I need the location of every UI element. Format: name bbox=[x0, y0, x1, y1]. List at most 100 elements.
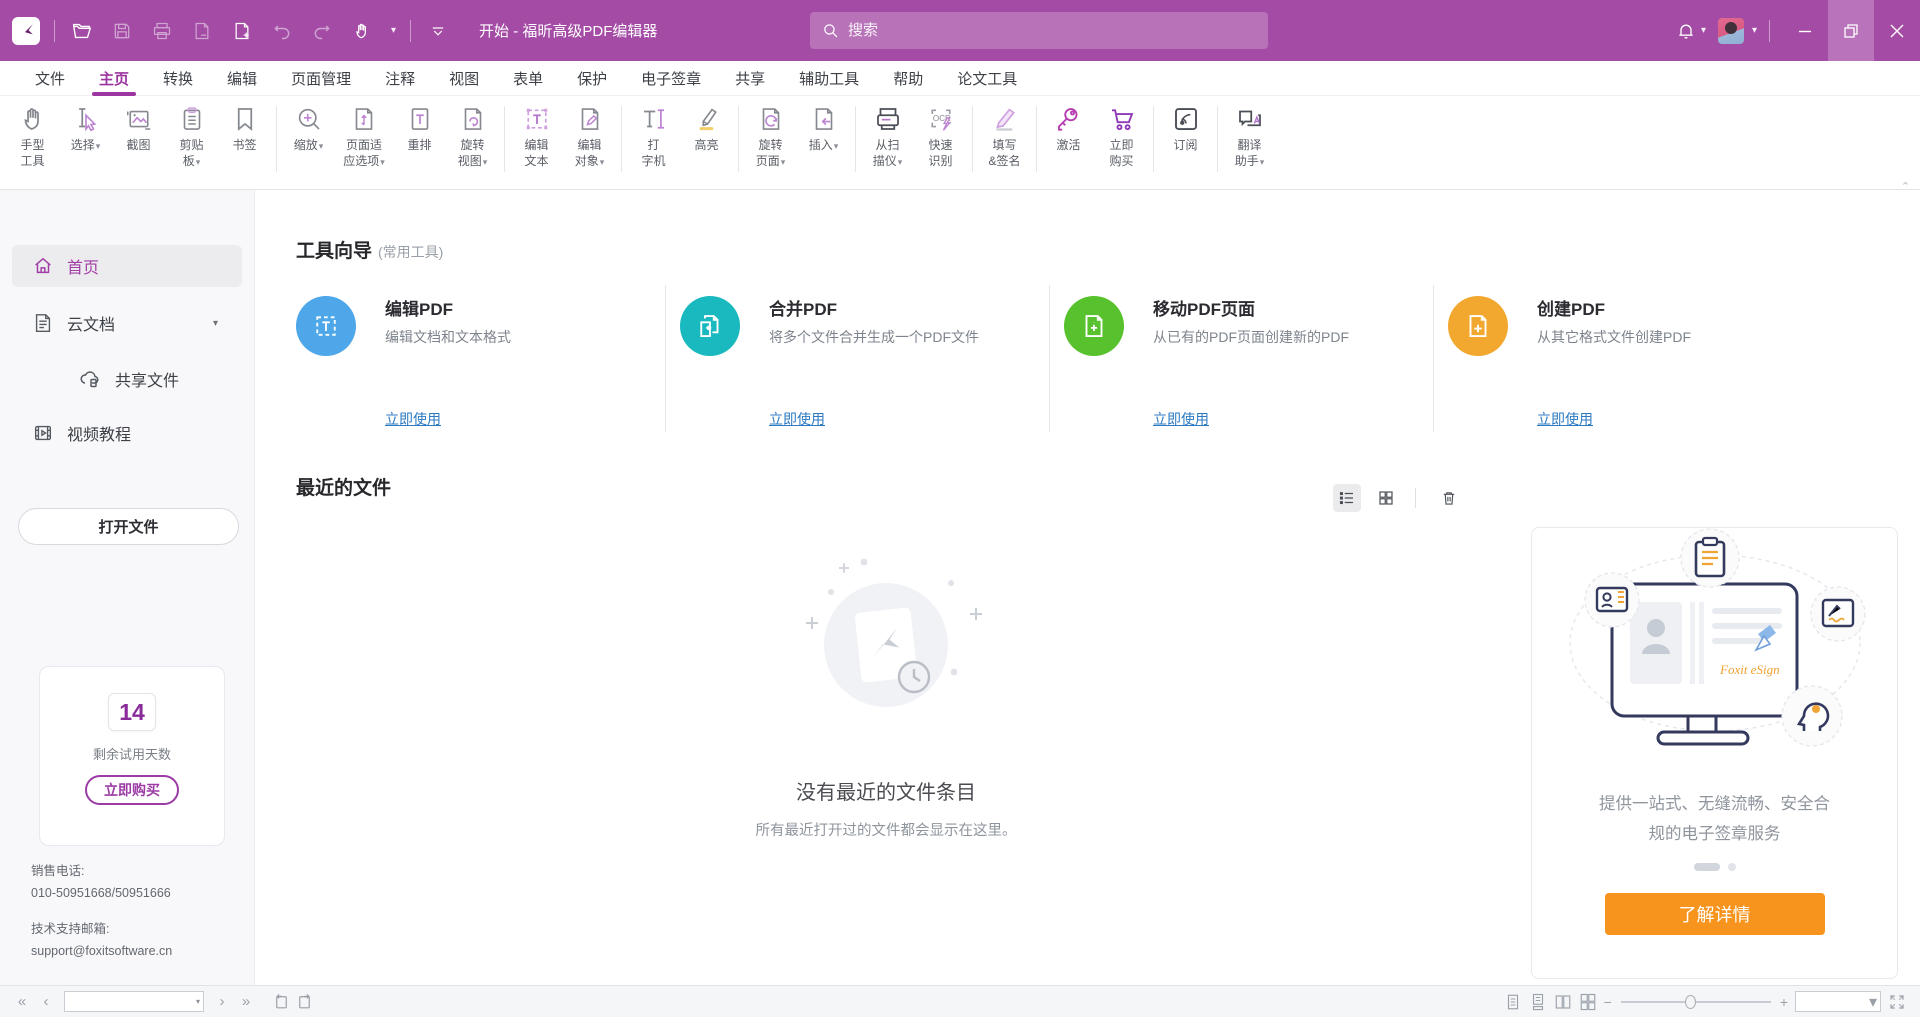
edit-object-button[interactable]: 编辑 对象▾ bbox=[563, 102, 616, 170]
menu-form[interactable]: 表单 bbox=[496, 61, 560, 96]
rotate-pages-button[interactable]: 旋转 页面▾ bbox=[744, 102, 797, 170]
titlebar-separator bbox=[410, 20, 411, 42]
zoom-percent-input[interactable] bbox=[1809, 995, 1869, 1009]
use-now-link[interactable]: 立即使用 bbox=[1153, 409, 1209, 429]
caret-down-icon[interactable]: ▾ bbox=[213, 318, 218, 329]
facing-view-icon[interactable] bbox=[1554, 993, 1572, 1011]
reflow-button[interactable]: 重排 bbox=[393, 102, 446, 153]
last-page-button[interactable]: » bbox=[236, 993, 256, 1010]
translate-assistant-button[interactable]: 翻译 助手▾ bbox=[1223, 102, 1276, 170]
rotate-left-icon[interactable] bbox=[272, 992, 291, 1011]
tool-card-edit-pdf[interactable]: 编辑PDF 编辑文档和文本格式 立即使用 bbox=[283, 283, 623, 433]
use-now-link[interactable]: 立即使用 bbox=[1537, 409, 1593, 429]
zoom-percent-box: ▾ bbox=[1795, 991, 1881, 1012]
sidebar-item-shared-files[interactable]: 共享文件 bbox=[12, 358, 242, 400]
menu-paper-tools[interactable]: 论文工具 bbox=[940, 61, 1034, 96]
carousel-dots[interactable] bbox=[1694, 863, 1736, 871]
user-avatar[interactable] bbox=[1718, 18, 1744, 44]
use-now-link[interactable]: 立即使用 bbox=[769, 409, 825, 429]
fullscreen-icon[interactable] bbox=[1888, 993, 1906, 1011]
activate-button[interactable]: 激活 bbox=[1042, 102, 1095, 153]
rotate-right-icon[interactable] bbox=[295, 992, 314, 1011]
menu-share[interactable]: 共享 bbox=[718, 61, 782, 96]
rotate-view-button[interactable]: 旋转 视图▾ bbox=[446, 102, 499, 170]
zoom-button[interactable]: 缩放▾ bbox=[282, 102, 335, 154]
sidebar-item-home[interactable]: 首页 bbox=[12, 245, 242, 287]
select-button[interactable]: 选择▾ bbox=[59, 102, 112, 154]
tool-card-move-pdf-pages[interactable]: 移动PDF页面 从已有的PDF页面创建新的PDF 立即使用 bbox=[1051, 283, 1391, 433]
menu-page-organize[interactable]: 页面管理 bbox=[274, 61, 368, 96]
carousel-dot[interactable] bbox=[1728, 863, 1736, 871]
continuous-view-icon[interactable] bbox=[1529, 993, 1547, 1011]
zoom-dropdown-caret-icon[interactable]: ▾ bbox=[1869, 992, 1877, 1012]
learn-more-button[interactable]: 了解详情 bbox=[1605, 893, 1825, 935]
fill-sign-button[interactable]: 填写 &签名 bbox=[978, 102, 1031, 169]
edit-text-button[interactable]: 编辑 文本 bbox=[510, 102, 563, 169]
fit-page-options-button[interactable]: 页面适 应选项▾ bbox=[335, 102, 393, 170]
print-icon[interactable] bbox=[149, 18, 175, 44]
bookmark-button[interactable]: 书签 bbox=[218, 102, 271, 153]
menu-convert[interactable]: 转换 bbox=[146, 61, 210, 96]
delete-page-icon[interactable] bbox=[189, 18, 215, 44]
clear-recent-trash-button[interactable] bbox=[1435, 484, 1463, 512]
search-input[interactable] bbox=[848, 22, 1256, 39]
account-caret-icon[interactable]: ▾ bbox=[1752, 25, 1757, 36]
hand-tool-button[interactable]: 手型 工具 bbox=[6, 102, 59, 169]
zoom-in-button[interactable]: + bbox=[1780, 994, 1788, 1010]
buy-now-pill-button[interactable]: 立即购买 bbox=[85, 775, 179, 805]
menu-esign[interactable]: 电子签章 bbox=[624, 61, 718, 96]
open-file-button[interactable]: 打开文件 bbox=[18, 508, 239, 545]
from-scanner-button[interactable]: 从扫 描仪▾ bbox=[861, 102, 914, 170]
clipboard-button[interactable]: 剪贴 板▾ bbox=[165, 102, 218, 170]
use-now-link[interactable]: 立即使用 bbox=[385, 409, 441, 429]
hand-tool-icon[interactable] bbox=[349, 18, 375, 44]
previous-page-button[interactable]: ‹ bbox=[36, 993, 56, 1010]
menu-home[interactable]: 主页 bbox=[82, 61, 146, 96]
empty-state-description: 所有最近打开过的文件都会显示在这里。 bbox=[296, 819, 1476, 840]
list-view-button[interactable] bbox=[1333, 484, 1361, 512]
zoom-slider[interactable] bbox=[1621, 1001, 1771, 1003]
notifications-bell-icon[interactable] bbox=[1673, 18, 1699, 44]
zoom-slider-handle[interactable] bbox=[1685, 995, 1696, 1009]
highlight-button[interactable]: 高亮 bbox=[680, 102, 733, 153]
tool-card-merge-pdf[interactable]: 合并PDF 将多个文件合并生成一个PDF文件 立即使用 bbox=[667, 283, 1007, 433]
search-box[interactable] bbox=[810, 12, 1268, 49]
page-number-input[interactable] bbox=[86, 995, 196, 1009]
quick-ocr-button[interactable]: OCR 快速 识别 bbox=[914, 102, 967, 169]
support-email-address[interactable]: support@foxitsoftware.cn bbox=[31, 942, 172, 960]
close-button[interactable] bbox=[1874, 0, 1920, 61]
restore-button[interactable] bbox=[1828, 0, 1874, 61]
menu-file[interactable]: 文件 bbox=[18, 61, 82, 96]
first-page-button[interactable]: « bbox=[12, 993, 32, 1010]
create-page-icon[interactable] bbox=[229, 18, 255, 44]
subscribe-button[interactable]: 订阅 bbox=[1159, 102, 1212, 153]
menu-help[interactable]: 帮助 bbox=[876, 61, 940, 96]
next-page-button[interactable]: › bbox=[212, 993, 232, 1010]
open-file-icon[interactable] bbox=[69, 18, 95, 44]
page-dropdown-caret-icon[interactable]: ▾ bbox=[196, 997, 200, 1006]
typewriter-button[interactable]: 打 字机 bbox=[627, 102, 680, 169]
snapshot-button[interactable]: 截图 bbox=[112, 102, 165, 153]
hand-tool-caret-icon[interactable]: ▾ bbox=[391, 25, 396, 36]
insert-button[interactable]: 插入▾ bbox=[797, 102, 850, 154]
carousel-dot-active[interactable] bbox=[1694, 863, 1720, 871]
save-icon[interactable] bbox=[109, 18, 135, 44]
single-page-view-icon[interactable] bbox=[1504, 993, 1522, 1011]
minimize-button[interactable] bbox=[1782, 0, 1828, 61]
sidebar-item-video-tutorials[interactable]: 视频教程 bbox=[12, 412, 242, 454]
collapse-ribbon-icon[interactable] bbox=[425, 18, 451, 44]
menu-edit[interactable]: 编辑 bbox=[210, 61, 274, 96]
menu-accessibility[interactable]: 辅助工具 bbox=[782, 61, 876, 96]
buy-now-button[interactable]: 立即 购买 bbox=[1095, 102, 1148, 169]
grid-view-button[interactable] bbox=[1372, 484, 1400, 512]
facing-continuous-view-icon[interactable] bbox=[1579, 993, 1597, 1011]
undo-icon[interactable] bbox=[269, 18, 295, 44]
redo-icon[interactable] bbox=[309, 18, 335, 44]
notifications-caret-icon[interactable]: ▾ bbox=[1701, 25, 1706, 36]
zoom-out-button[interactable]: − bbox=[1604, 994, 1612, 1010]
menu-view[interactable]: 视图 bbox=[432, 61, 496, 96]
menu-protect[interactable]: 保护 bbox=[560, 61, 624, 96]
sidebar-item-cloud-docs[interactable]: 云文档 ▾ bbox=[12, 302, 242, 344]
menu-comment[interactable]: 注释 bbox=[368, 61, 432, 96]
tool-card-create-pdf[interactable]: 创建PDF 从其它格式文件创建PDF 立即使用 bbox=[1435, 283, 1775, 433]
